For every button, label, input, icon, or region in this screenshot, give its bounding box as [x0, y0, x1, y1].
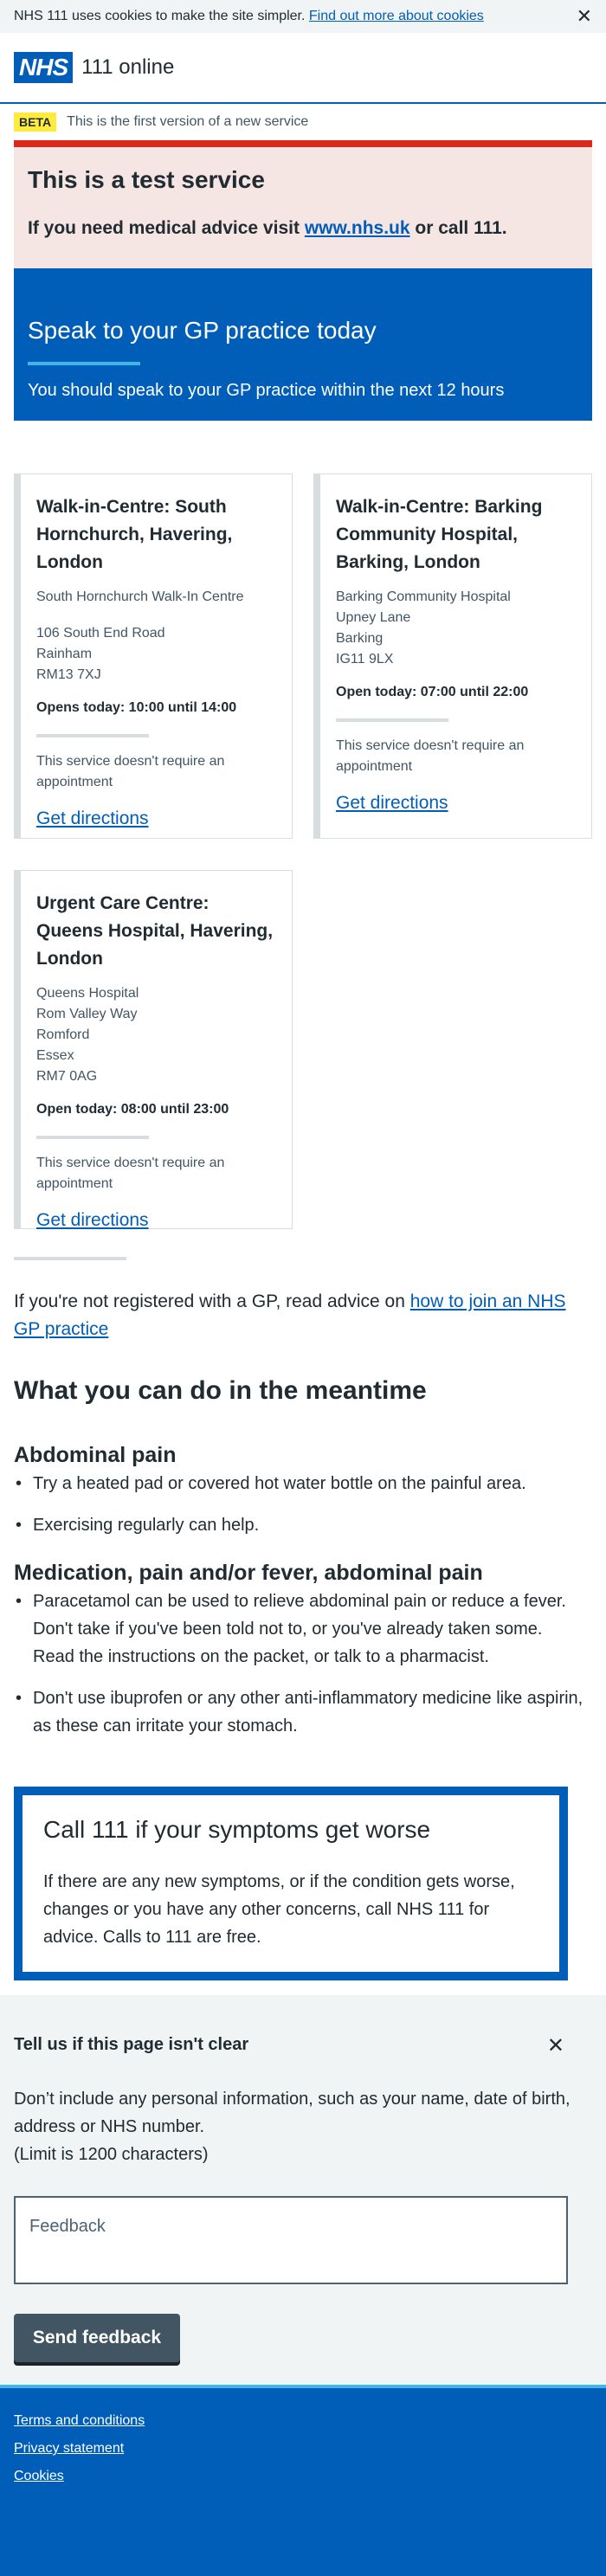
page-title: Speak to your GP practice today: [28, 317, 377, 344]
feedback-title: Tell us if this page isn't clear: [14, 2035, 249, 2054]
footer-link-terms[interactable]: Terms and conditions: [14, 2413, 145, 2429]
address-line: Rom Valley Way: [36, 1007, 138, 1021]
care-subtitle: You should speak to your GP practice wit…: [28, 381, 505, 400]
callout-title: Call 111 if your symptoms get worse: [43, 1816, 431, 1843]
divider: [36, 1136, 149, 1139]
get-directions-link[interactable]: Get directions: [36, 808, 149, 828]
beta-banner: BETA This is the first version of a new …: [0, 104, 606, 140]
feedback-instructions: Don’t include any personal information, …: [14, 2085, 577, 2168]
divider: [336, 718, 448, 722]
address-line: Queens Hospital: [36, 986, 139, 1001]
gp-registration-advice: If you're not registered with a GP, read…: [14, 1288, 577, 1343]
opening-times: Open today: 07:00 until 22:00: [336, 685, 529, 699]
close-icon[interactable]: ✕: [577, 7, 592, 26]
address-line: Essex: [36, 1048, 74, 1063]
advice-list: Paracetamol can be used to relieve abdom…: [14, 1587, 585, 1754]
test-service-text-after: or call 111.: [415, 218, 507, 238]
site-header: NHS 111 online: [0, 33, 606, 104]
appointment-note: This service doesn't require an appointm…: [336, 738, 525, 774]
cookie-banner: NHS 111 uses cookies to make the site si…: [0, 0, 606, 33]
footer-link-cookies[interactable]: Cookies: [14, 2469, 64, 2484]
gp-registration-text: If you're not registered with a GP, read…: [14, 1291, 405, 1311]
feedback-privacy-note: Don’t include any personal information, …: [14, 2090, 571, 2136]
cookie-message: NHS 111 uses cookies to make the site si…: [14, 9, 484, 24]
service-card: Walk-in-Centre: Barking Community Hospit…: [313, 473, 592, 839]
appointment-note: This service doesn't require an appointm…: [36, 754, 225, 789]
opening-times: Open today: 08:00 until 23:00: [36, 1102, 229, 1117]
nhs-uk-link[interactable]: www.nhs.uk: [305, 218, 410, 238]
beta-text: This is the first version of a new servi…: [67, 114, 309, 129]
beta-tag: BETA: [14, 113, 57, 132]
test-service-text: If you need medical advice visit www.nhs…: [28, 218, 578, 239]
address-line: Barking Community Hospital: [336, 589, 511, 604]
cookie-text: NHS 111 uses cookies to make the site si…: [14, 9, 306, 23]
feedback-input[interactable]: [14, 2196, 568, 2284]
opening-times: Opens today: 10:00 until 14:00: [36, 700, 237, 715]
feedback-section: Tell us if this page isn't clear ✕ Don’t…: [0, 1995, 606, 2385]
feedback-limit: (Limit is 1200 characters): [14, 2145, 209, 2164]
close-icon[interactable]: ✕: [547, 2033, 564, 2058]
address-line: Rainham: [36, 647, 93, 661]
address-line: IG11 9LX: [336, 652, 394, 667]
care-advice-banner: Speak to your GP practice today You shou…: [14, 268, 592, 421]
service-organisation: South Hornchurch Walk-In Centre: [36, 589, 244, 604]
list-item: Don't use ibuprofen or any other anti-in…: [14, 1684, 585, 1740]
address-line: RM13 7XJ: [36, 667, 101, 682]
address-line: Barking: [336, 631, 384, 646]
list-item: Exercising regularly can help.: [14, 1511, 585, 1539]
advice-list: Try a heated pad or covered hot water bo…: [14, 1470, 585, 1553]
address-line: RM7 0AG: [36, 1069, 98, 1084]
service-card: Walk-in-Centre: South Hornchurch, Haveri…: [14, 473, 293, 839]
cookie-info-link[interactable]: Find out more about cookies: [309, 9, 484, 23]
divider: [14, 1257, 126, 1260]
meantime-heading: What you can do in the meantime: [14, 1376, 427, 1405]
service-name: Urgent Care Centre: Queens Hospital, Hav…: [36, 893, 274, 969]
address-line: 106 South End Road: [36, 626, 165, 641]
callout-text: If there are any new symptoms, or if the…: [43, 1872, 515, 1947]
nhs-logo[interactable]: NHS: [14, 52, 74, 83]
footer-link-privacy[interactable]: Privacy statement: [14, 2441, 124, 2457]
send-feedback-button[interactable]: Send feedback: [14, 2314, 180, 2362]
appointment-note: This service doesn't require an appointm…: [36, 1156, 225, 1191]
worsening-callout: Call 111 if your symptoms get worse If t…: [14, 1787, 568, 1980]
address-line: Upney Lane: [336, 610, 411, 625]
get-directions-link[interactable]: Get directions: [36, 1210, 149, 1230]
site-footer: Terms and conditions Privacy statement C…: [0, 2385, 606, 2576]
address-line: Romford: [36, 1027, 90, 1042]
list-item: Paracetamol can be used to relieve abdom…: [14, 1587, 585, 1671]
test-service-text-before: If you need medical advice visit: [28, 218, 300, 238]
service-name: 111 online: [81, 55, 175, 79]
get-directions-link[interactable]: Get directions: [336, 793, 448, 813]
divider: [28, 362, 140, 365]
medication-heading: Medication, pain and/or fever, abdominal…: [14, 1561, 483, 1585]
test-service-title: This is a test service: [28, 166, 265, 193]
abdominal-pain-heading: Abdominal pain: [14, 1443, 177, 1467]
divider: [36, 734, 149, 737]
service-name: Walk-in-Centre: Barking Community Hospit…: [336, 497, 543, 572]
test-service-warning: This is a test service If you need medic…: [14, 140, 592, 268]
list-item: Try a heated pad or covered hot water bo…: [14, 1470, 585, 1497]
service-card: Urgent Care Centre: Queens Hospital, Hav…: [14, 870, 293, 1230]
service-name: Walk-in-Centre: South Hornchurch, Haveri…: [36, 497, 233, 572]
